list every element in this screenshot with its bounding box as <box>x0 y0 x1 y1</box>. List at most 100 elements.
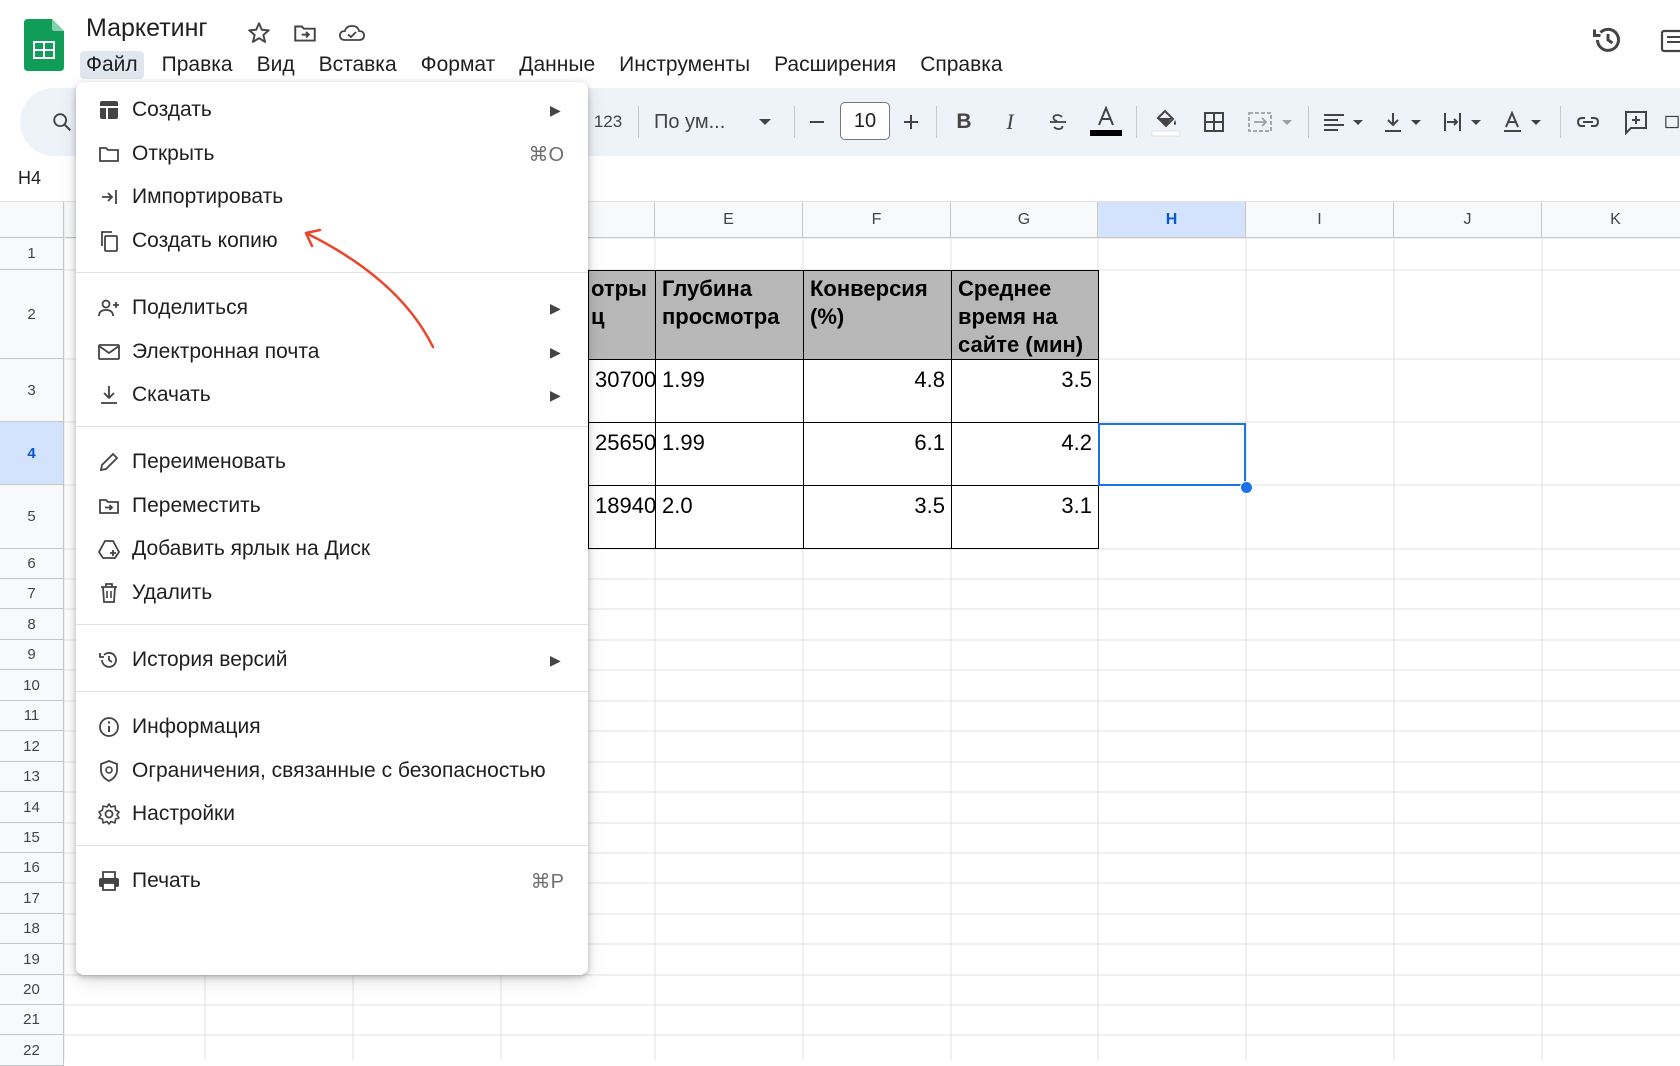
font-dropdown-arrow-icon[interactable] <box>754 104 776 140</box>
text-color-icon[interactable] <box>1086 104 1126 140</box>
menu-item-folder[interactable]: Открыть ⌘O <box>76 131 588 177</box>
row-header-2[interactable]: 2 <box>0 270 64 359</box>
row-header-12[interactable]: 12 <box>0 731 64 762</box>
table-cell[interactable]: 3.5 <box>803 485 952 549</box>
table-cell[interactable]: 2.0 <box>655 485 804 549</box>
menu-item-download[interactable]: Скачать ▶ <box>76 372 588 418</box>
column-header-i[interactable]: I <box>1246 202 1394 238</box>
table-cell[interactable]: 4.2 <box>951 422 1099 486</box>
name-box[interactable]: H4 <box>0 168 60 194</box>
insert-link-icon[interactable] <box>1570 104 1606 140</box>
row-header-21[interactable]: 21 <box>0 1005 64 1035</box>
star-icon[interactable] <box>246 20 272 46</box>
number-format-button[interactable]: 123 <box>588 104 628 140</box>
vertical-align-icon[interactable] <box>1380 104 1432 140</box>
row-header-18[interactable]: 18 <box>0 914 64 944</box>
horizontal-align-icon[interactable] <box>1320 104 1372 140</box>
table-header-depth[interactable]: Глубина просмотра <box>655 270 804 360</box>
menu-item-drive-shortcut[interactable]: Добавить ярлык на Диск <box>76 526 588 572</box>
move-to-folder-icon[interactable] <box>292 20 318 46</box>
table-cell[interactable]: 3.1 <box>951 485 1099 549</box>
document-title[interactable]: Маркетинг <box>86 14 208 43</box>
insert-chart-icon[interactable] <box>1664 104 1680 140</box>
row-header-19[interactable]: 19 <box>0 944 64 975</box>
menu-item-move-folder[interactable]: Переместить <box>76 483 588 529</box>
row-header-14[interactable]: 14 <box>0 792 64 823</box>
row-header-22[interactable]: 22 <box>0 1035 64 1066</box>
menu-item-pencil[interactable]: Переименовать <box>76 439 588 485</box>
column-header-j[interactable]: J <box>1394 202 1542 238</box>
row-header-16[interactable]: 16 <box>0 853 64 883</box>
text-wrapping-icon[interactable] <box>1440 104 1492 140</box>
menu-format[interactable]: Формат <box>415 51 502 79</box>
column-header-e[interactable]: E <box>655 202 803 238</box>
menu-item-info[interactable]: Информация <box>76 704 588 750</box>
menu-view[interactable]: Вид <box>251 51 301 79</box>
menu-item-settings[interactable]: Настройки <box>76 791 588 837</box>
text-rotation-icon[interactable] <box>1500 104 1552 140</box>
menu-item-history[interactable]: История версий ▶ <box>76 637 588 683</box>
merge-cells-icon[interactable] <box>1244 104 1300 140</box>
column-d-header-partial[interactable]: отры ц <box>588 270 656 360</box>
row-header-13[interactable]: 13 <box>0 762 64 792</box>
selected-cell-h4[interactable] <box>1098 423 1246 486</box>
table-cell[interactable]: 3.5 <box>951 359 1099 423</box>
menu-item-trash[interactable]: Удалить <box>76 570 588 616</box>
column-header-f[interactable]: F <box>803 202 951 238</box>
row-header-20[interactable]: 20 <box>0 975 64 1005</box>
table-cell[interactable]: 18940 <box>588 485 656 549</box>
decrease-font-size-icon[interactable] <box>802 104 832 140</box>
menu-file[interactable]: Файл <box>80 51 144 79</box>
menu-item-label: Поделиться <box>132 296 248 319</box>
strikethrough-icon[interactable] <box>1040 104 1076 140</box>
table-cell[interactable]: 30700 <box>588 359 656 423</box>
select-all-corner[interactable] <box>0 202 64 238</box>
menu-item-print[interactable]: Печать ⌘P <box>76 858 588 904</box>
row-header-17[interactable]: 17 <box>0 883 64 914</box>
borders-icon[interactable] <box>1196 104 1232 140</box>
menu-edit[interactable]: Правка <box>156 51 239 79</box>
row-header-5[interactable]: 5 <box>0 485 64 549</box>
menu-help[interactable]: Справка <box>914 51 1008 79</box>
table-cell[interactable]: 4.8 <box>803 359 952 423</box>
increase-font-size-icon[interactable] <box>896 104 926 140</box>
menu-item-create[interactable]: Создать ▶ <box>76 87 588 133</box>
table-cell[interactable]: 6.1 <box>803 422 952 486</box>
italic-button[interactable]: I <box>994 104 1026 140</box>
column-header-h[interactable]: H <box>1098 202 1246 238</box>
table-header-avg-time[interactable]: Среднее время на сайте (мин) <box>951 270 1099 360</box>
cloud-saved-icon[interactable] <box>338 20 366 46</box>
bold-button[interactable]: B <box>948 104 980 140</box>
version-history-icon[interactable] <box>1590 22 1626 58</box>
row-header-3[interactable]: 3 <box>0 359 64 422</box>
comments-icon[interactable] <box>1660 28 1680 54</box>
row-header-15[interactable]: 15 <box>0 823 64 853</box>
row-header-7[interactable]: 7 <box>0 579 64 609</box>
search-menus-icon[interactable] <box>44 104 80 140</box>
table-header-conversion[interactable]: Конверсия (%) <box>803 270 952 360</box>
fill-color-icon[interactable] <box>1148 104 1184 140</box>
row-header-4[interactable]: 4 <box>0 422 64 485</box>
row-header-11[interactable]: 11 <box>0 701 64 731</box>
menu-extensions[interactable]: Расширения <box>768 51 902 79</box>
row-header-8[interactable]: 8 <box>0 609 64 640</box>
menu-item-security[interactable]: Ограничения, связанные с безопасностью <box>76 748 588 794</box>
table-cell[interactable]: 1.99 <box>655 359 804 423</box>
menu-insert[interactable]: Вставка <box>313 51 403 79</box>
row-header-6[interactable]: 6 <box>0 549 64 579</box>
column-header-k[interactable]: K <box>1542 202 1680 238</box>
insert-comment-icon[interactable] <box>1618 104 1654 140</box>
font-select-value: По ум... <box>654 110 726 133</box>
row-header-1[interactable]: 1 <box>0 238 64 270</box>
menu-tools[interactable]: Инструменты <box>613 51 756 79</box>
fill-handle[interactable] <box>1240 481 1253 494</box>
table-cell[interactable]: 25650 <box>588 422 656 486</box>
row-header-9[interactable]: 9 <box>0 640 64 670</box>
menu-data[interactable]: Данные <box>513 51 601 79</box>
row-header-10[interactable]: 10 <box>0 670 64 701</box>
font-size-input[interactable]: 10 <box>840 102 890 140</box>
sheets-logo-icon[interactable] <box>24 19 64 71</box>
column-header-g[interactable]: G <box>951 202 1098 238</box>
menu-item-import[interactable]: Импортировать <box>76 174 588 220</box>
table-cell[interactable]: 1.99 <box>655 422 804 486</box>
